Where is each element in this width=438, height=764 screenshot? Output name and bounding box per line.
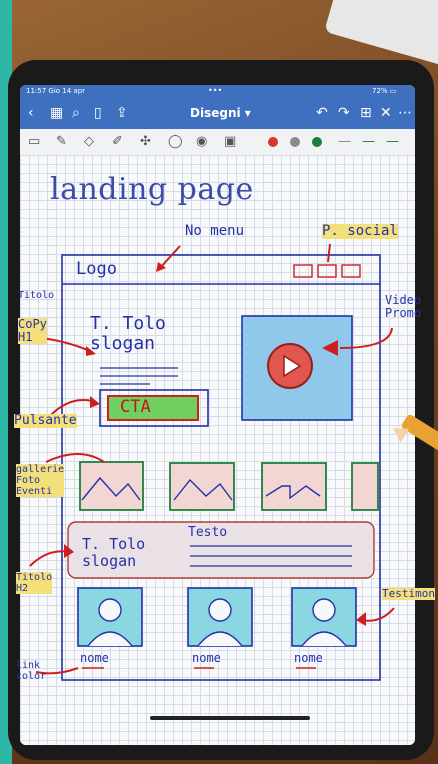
social-box [293, 264, 313, 278]
note-pulsante: Pulsante [14, 413, 77, 429]
cta-label: CTA [120, 397, 151, 417]
home-indicator [150, 716, 310, 720]
note-copy-h1: CoPy H1 [18, 317, 47, 345]
note-testimon: Testimon [382, 587, 435, 601]
gallery-thumb [79, 461, 144, 511]
social-box [317, 264, 337, 278]
note-titolo-slogan-2: T. Tolo slogan [82, 535, 146, 570]
note-titolo-slogan: T. Tolo slogan [90, 313, 166, 354]
gallery-thumb [351, 462, 379, 511]
gallery-thumb [169, 462, 235, 511]
testimonial-name: nome [192, 651, 221, 665]
note-no-menu: No menu [185, 223, 245, 239]
note-p-social: P. social [322, 223, 398, 240]
note-logo: Logo [76, 259, 117, 279]
social-box [341, 264, 361, 278]
gallery-thumb [261, 462, 327, 511]
note-testo: Testo [188, 525, 228, 540]
testimonial-name: nome [294, 651, 323, 665]
testimonial-name: nome [80, 651, 109, 665]
note-link-color: link color [16, 660, 47, 682]
sketch-drawing [29, 243, 395, 681]
note-gallerie: gallerie Foto Eventi [16, 464, 65, 497]
note-video-promo: Video Promo [385, 293, 422, 321]
note-titolo: Titolo [18, 290, 55, 301]
sketch-heading: landing page [50, 172, 254, 207]
note-titolo-h2: Titolo H2 [16, 572, 53, 594]
